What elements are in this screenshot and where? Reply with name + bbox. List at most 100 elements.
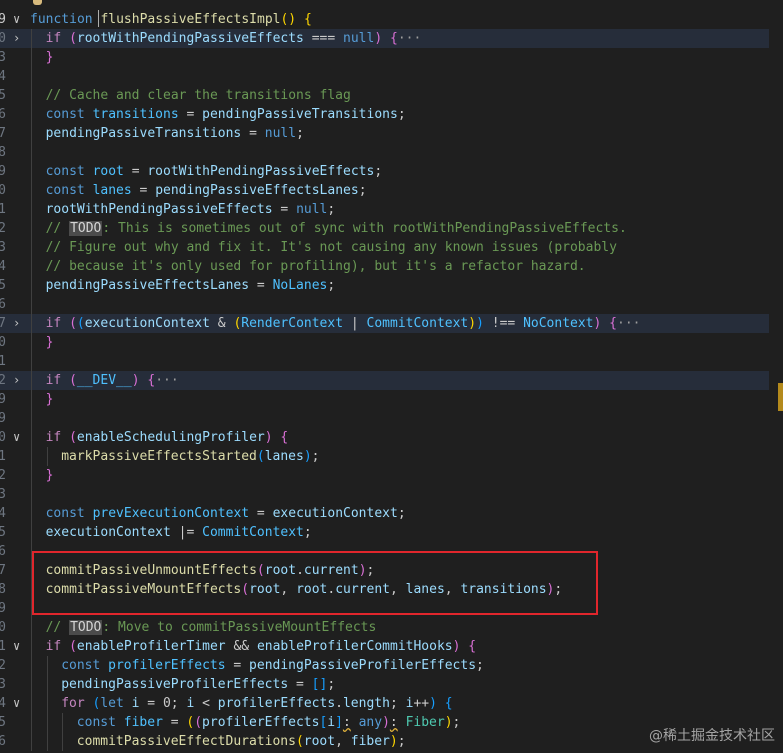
code-line[interactable]: 2 const profilerEffects = pendingPassiveP… <box>0 656 783 675</box>
punctuation: = <box>178 107 203 122</box>
line-number: 6 <box>0 107 6 122</box>
code-line[interactable]: 9 <box>0 409 783 428</box>
code-line[interactable]: 3 pendingPassiveProfilerEffects = []; <box>0 675 783 694</box>
code-line[interactable]: 5 executionContext |= CommitContext; <box>0 523 783 542</box>
code-text[interactable]: for (let i = 0; i < profilerEffects.leng… <box>61 694 452 713</box>
code-text[interactable]: executionContext |= CommitContext; <box>46 523 312 542</box>
variable: root <box>303 734 336 749</box>
code-line[interactable]: 2 // TODO: This is sometimes out of sync … <box>0 219 783 238</box>
code-line[interactable]: 4 const prevExecutionContext = executionC… <box>0 504 783 523</box>
punctuation <box>85 107 93 122</box>
keyword: const <box>76 715 116 730</box>
code-editor[interactable]: 9 ∨ function flushPassiveEffectsImpl() {0 ›… <box>0 0 783 753</box>
code-line[interactable]: 0 › if (rootWithPendingPassiveEffects === … <box>0 29 783 48</box>
line-number: 0 <box>0 183 6 198</box>
control-keyword: if <box>45 430 62 445</box>
code-text[interactable]: rootWithPendingPassiveEffects = null; <box>46 200 336 219</box>
code-text[interactable]: const lanes = pendingPassiveEffectsLanes… <box>46 181 367 200</box>
chevron-down-icon[interactable]: ∨ <box>13 10 23 29</box>
code-line[interactable]: 1 markPassiveEffectsStarted(lanes); <box>0 447 783 466</box>
folded-ellipsis: ··· <box>617 316 641 331</box>
code-text[interactable]: } <box>46 466 54 485</box>
line-number: 0 <box>0 430 6 445</box>
code-line[interactable]: 3 <box>0 485 783 504</box>
chevron-down-icon[interactable]: ∨ <box>13 694 23 713</box>
lightbulb-icon[interactable] <box>33 0 42 5</box>
code-line[interactable]: 0 ∨ if (enableSchedulingProfiler) { <box>0 428 783 447</box>
chevron-down-icon[interactable]: ∨ <box>13 428 23 447</box>
punctuation: ; <box>311 449 320 464</box>
code-line[interactable]: 3 // Figure out why and fix it. It's not … <box>0 238 783 257</box>
line-number: 5 <box>0 715 6 730</box>
code-text[interactable]: if (__DEV__) {··· <box>46 371 179 390</box>
code-line[interactable]: 6 <box>0 295 783 314</box>
comment: : This is sometimes out of sync with roo… <box>102 221 627 236</box>
code-line[interactable]: 0 // TODO: Move to commitPassiveMountEffe… <box>0 618 783 637</box>
code-text[interactable]: function flushPassiveEffectsImpl() { <box>30 10 312 29</box>
code-line[interactable]: 4 ∨ for (let i = 0; i < profilerEffects.le… <box>0 694 783 713</box>
code-line[interactable]: 7 › if ((executionContext & (RenderContext… <box>0 314 783 333</box>
code-text[interactable]: // Cache and clear the transitions flag <box>46 86 351 105</box>
bracket: ) <box>444 715 453 730</box>
code-text[interactable]: if ((executionContext & (RenderContext |… <box>46 314 641 333</box>
code-text[interactable]: // TODO: Move to commitPassiveMountEffec… <box>46 618 376 637</box>
code-line[interactable]: 5 pendingPassiveEffectsLanes = NoLanes; <box>0 276 783 295</box>
code-line[interactable]: 4 <box>0 67 783 86</box>
bracket: ( <box>76 316 85 331</box>
code-text[interactable]: const prevExecutionContext = executionCo… <box>46 504 406 523</box>
code-line[interactable]: 7 pendingPassiveTransitions = null; <box>0 124 783 143</box>
code-line[interactable]: 4 // because it's only used for profiling… <box>0 257 783 276</box>
code-text[interactable]: } <box>46 333 54 352</box>
code-line[interactable]: 2 › if (__DEV__) {··· <box>0 371 783 390</box>
code-line[interactable]: 0} <box>0 333 783 352</box>
variable: rootWithPendingPassiveEffects <box>147 164 375 179</box>
code-text[interactable]: // TODO: This is sometimes out of sync w… <box>46 219 627 238</box>
chevron-down-icon[interactable]: ∨ <box>13 637 23 656</box>
code-line[interactable]: 6 const transitions = pendingPassiveTrans… <box>0 105 783 124</box>
comment: // because it's only used for profiling)… <box>45 259 586 274</box>
code-text[interactable]: if (enableProfilerTimer && enableProfile… <box>46 637 477 656</box>
code-line[interactable]: 1 rootWithPendingPassiveEffects = null; <box>0 200 783 219</box>
code-text[interactable]: markPassiveEffectsStarted(lanes); <box>61 447 319 466</box>
code-text[interactable]: pendingPassiveTransitions = null; <box>46 124 304 143</box>
code-line[interactable]: 9 ∨ function flushPassiveEffectsImpl() { <box>0 10 783 29</box>
code-line[interactable]: 1 ∨ if (enableProfilerTimer && enableProfi… <box>0 637 783 656</box>
code-text[interactable]: commitPassiveEffectDurations(root, fiber… <box>77 732 406 751</box>
chevron-right-icon[interactable]: › <box>13 371 23 390</box>
squiggle-token: : <box>342 715 351 730</box>
code-text[interactable]: if (rootWithPendingPassiveEffects === nu… <box>46 29 422 48</box>
code-line[interactable]: 5 // Cache and clear the transitions flag <box>0 86 783 105</box>
code-text[interactable]: } <box>46 48 54 67</box>
code-text[interactable]: // because it's only used for profiling)… <box>46 257 586 276</box>
code-line[interactable]: 1 <box>0 352 783 371</box>
code-text[interactable]: const root = rootWithPendingPassiveEffec… <box>46 162 383 181</box>
code-line[interactable]: 0 const lanes = pendingPassiveEffectsLane… <box>0 181 783 200</box>
code-line[interactable]: 3} <box>0 48 783 67</box>
code-line[interactable]: 8 <box>0 143 783 162</box>
punctuation: ; <box>296 126 304 141</box>
bracket: ) <box>476 316 484 331</box>
line-number: 1 <box>0 449 6 464</box>
vertical-scrollbar[interactable] <box>769 0 783 753</box>
code-text[interactable]: // Figure out why and fix it. It's not c… <box>46 238 617 257</box>
code-text[interactable]: const profilerEffects = pendingPassivePr… <box>61 656 484 675</box>
punctuation: ; <box>374 164 383 179</box>
control-keyword: if <box>45 373 62 388</box>
punctuation <box>382 31 390 46</box>
line-number: 8 <box>0 145 6 160</box>
chevron-right-icon[interactable]: › <box>13 29 23 48</box>
line-number: 1 <box>0 354 6 369</box>
code-text[interactable]: const transitions = pendingPassiveTransi… <box>46 105 406 124</box>
code-text[interactable]: if (enableSchedulingProfiler) { <box>46 428 289 447</box>
chevron-right-icon[interactable]: › <box>13 314 23 333</box>
code-text[interactable]: pendingPassiveEffectsLanes = NoLanes; <box>46 276 336 295</box>
code-line[interactable]: 2} <box>0 466 783 485</box>
code-line[interactable]: 9} <box>0 390 783 409</box>
code-text[interactable]: const fiber = ((profilerEffects[i]: any)… <box>77 713 461 732</box>
code-text[interactable]: } <box>46 390 54 409</box>
function-name: markPassiveEffectsStarted <box>61 449 257 464</box>
code-text[interactable]: pendingPassiveProfilerEffects = []; <box>61 675 335 694</box>
comment: // Figure out why and fix it. It's not c… <box>45 240 617 255</box>
control-keyword: for <box>61 696 85 711</box>
code-line[interactable]: 9 const root = rootWithPendingPassiveEffe… <box>0 162 783 181</box>
